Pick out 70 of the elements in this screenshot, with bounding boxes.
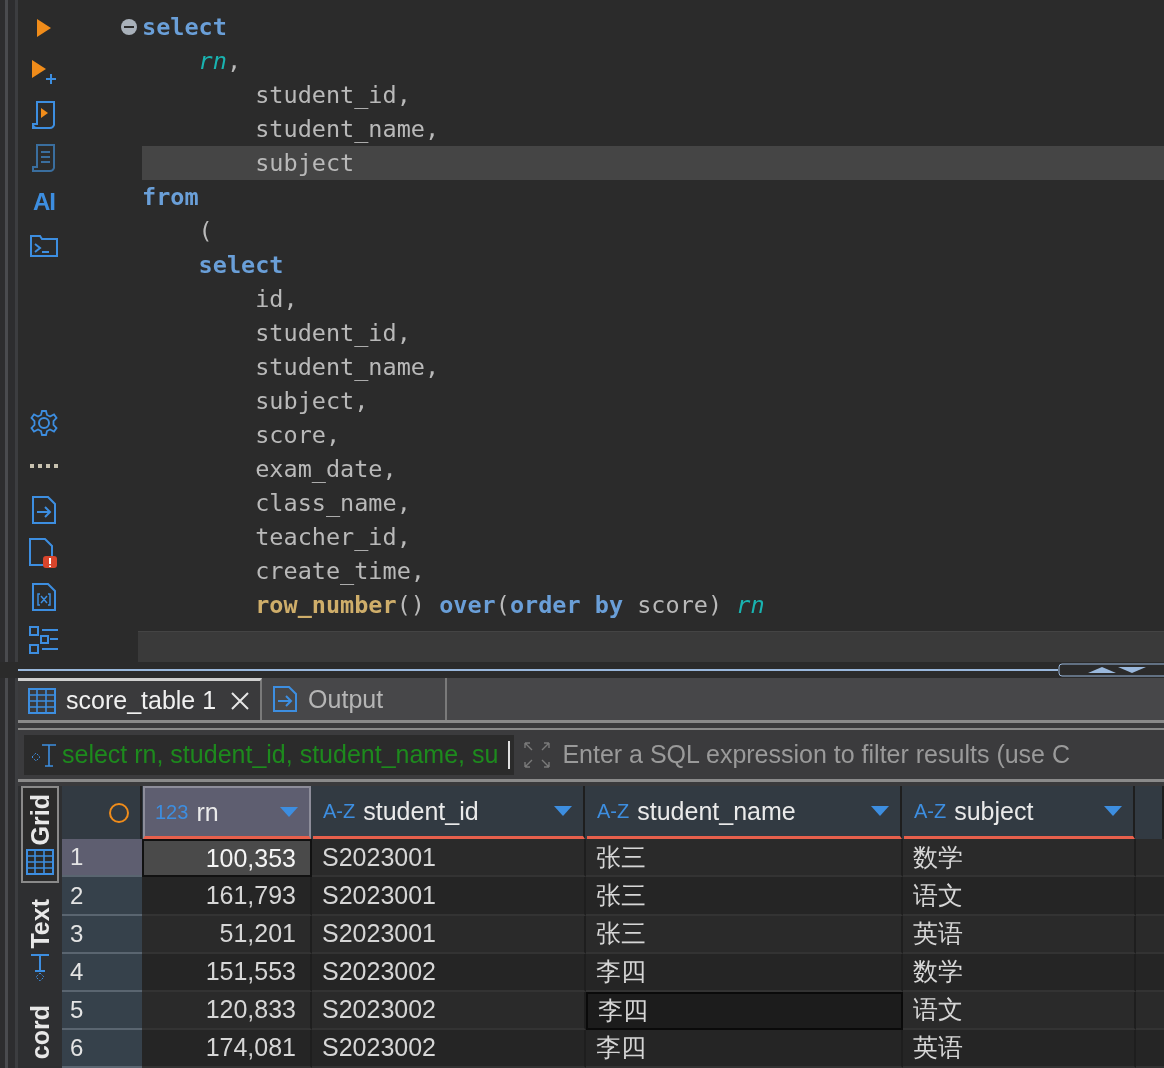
- type-label: A-Z: [323, 799, 356, 823]
- table-cell: 英语: [903, 1029, 1136, 1068]
- close-icon[interactable]: [230, 690, 251, 711]
- code-line: id,: [254, 284, 299, 315]
- file-brackets-icon[interactable]: [31, 581, 57, 612]
- file-arrow-icon[interactable]: [31, 494, 57, 525]
- code-line: row_number() over(order by score) rn: [254, 590, 766, 621]
- code-line: (: [197, 216, 214, 247]
- run-plus-icon[interactable]: [29, 58, 59, 85]
- result-tab[interactable]: Output: [262, 678, 448, 720]
- code-line: subject,: [254, 386, 370, 417]
- table-icon: [26, 849, 54, 876]
- filter-expression-field[interactable]: Enter a SQL expression to filter results (use C: [562, 740, 1164, 769]
- structure-icon[interactable]: [29, 626, 59, 655]
- table-cell: 李四: [586, 1029, 903, 1068]
- code-line: score,: [254, 420, 342, 451]
- settings-icon[interactable]: [30, 408, 58, 437]
- code-line: from: [142, 182, 200, 213]
- table-cell: 174,081: [142, 1029, 312, 1068]
- row-number[interactable]: 6: [62, 1029, 142, 1068]
- text-cursor-icon: [30, 741, 58, 768]
- filter-query-text: select rn, student_id, student_name, su: [62, 740, 499, 769]
- type-label: A-Z: [597, 799, 630, 823]
- text-cursor-icon: [28, 952, 52, 983]
- horizontal-scrollbar[interactable]: [138, 631, 1164, 662]
- code-line: rn,: [197, 46, 243, 77]
- code-line: exam_date,: [254, 454, 398, 485]
- panel-toggle-icon[interactable]: [1058, 663, 1164, 677]
- table-icon: [28, 687, 56, 714]
- code-line: student_id,: [254, 318, 412, 349]
- dropdown-icon[interactable]: [870, 805, 890, 818]
- terminal-icon[interactable]: [30, 233, 58, 258]
- file-warning-icon[interactable]: [28, 537, 60, 570]
- row-number[interactable]: 4: [62, 953, 142, 992]
- table-cell: 李四: [586, 991, 903, 1030]
- code-line: select: [197, 250, 285, 281]
- collapse-icon[interactable]: [120, 18, 138, 36]
- code-line: class_name,: [254, 488, 412, 519]
- view-tab[interactable]: Text: [21, 893, 59, 989]
- circle-icon[interactable]: [108, 801, 130, 824]
- view-tab[interactable]: cord: [21, 998, 59, 1066]
- ai-button[interactable]: AI: [33, 187, 55, 216]
- code-line: student_name,: [254, 352, 441, 383]
- scroll-lines-icon[interactable]: [31, 143, 57, 174]
- dropdown-icon[interactable]: [1103, 805, 1123, 818]
- row-number[interactable]: 5: [62, 991, 142, 1030]
- table-cell: 100,353: [142, 839, 312, 878]
- row-number[interactable]: 2: [62, 877, 142, 916]
- expand-icon[interactable]: [522, 739, 553, 770]
- scroll-play-icon[interactable]: [31, 99, 57, 130]
- type-label: 123: [155, 800, 189, 824]
- column-name: rn: [196, 797, 220, 827]
- column-header[interactable]: 123 rn: [143, 786, 311, 840]
- dropdown-icon[interactable]: [553, 805, 573, 818]
- type-label: A-Z: [914, 799, 947, 823]
- more-icon[interactable]: [29, 463, 59, 470]
- row-number[interactable]: 1: [62, 839, 142, 878]
- code-line: student_id,: [254, 80, 412, 111]
- table-cell: S2023002: [312, 1029, 586, 1068]
- code-line: student_name,: [254, 114, 441, 145]
- column-name: student_id: [363, 796, 480, 826]
- view-tab[interactable]: Grid: [21, 786, 59, 884]
- result-tab[interactable]: score_table 1: [18, 678, 263, 720]
- row-number[interactable]: 3: [62, 915, 142, 954]
- file-arrow-icon: [272, 685, 299, 713]
- column-name: subject: [954, 796, 1035, 826]
- code-line: select: [142, 12, 228, 43]
- code-line: teacher_id,: [254, 522, 412, 553]
- column-name: student_name: [637, 796, 797, 826]
- code-line: create_time,: [254, 556, 426, 587]
